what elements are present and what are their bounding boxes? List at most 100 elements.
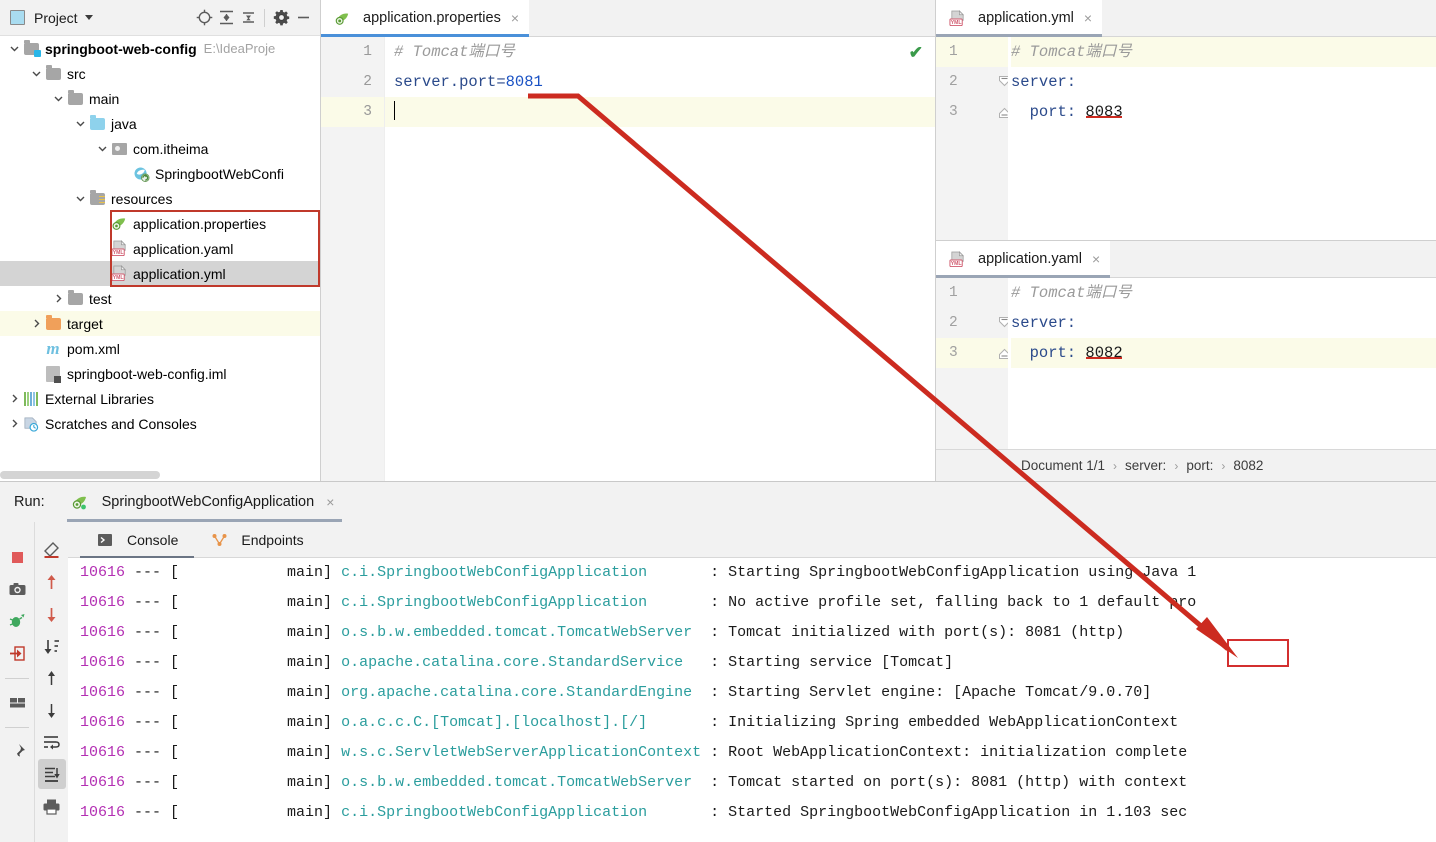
tree-node-label: src (67, 66, 86, 82)
scrollbar-thumb[interactable] (0, 471, 160, 479)
console-log-line: 10616 --- [ main] c.i.SpringbootWebConfi… (68, 558, 1436, 588)
tree-node-springbootwebconfi[interactable]: SpringbootWebConfi (0, 161, 320, 186)
tab-application-yml[interactable]: YML application.yml × (936, 0, 1102, 36)
tab-endpoints[interactable]: Endpoints (194, 522, 319, 557)
chevron-down-icon[interactable] (6, 41, 22, 57)
chevron-right-icon[interactable] (50, 291, 66, 307)
close-icon[interactable]: × (1092, 251, 1100, 267)
tree-node-test[interactable]: test (0, 286, 320, 311)
exit-icon[interactable] (3, 638, 31, 668)
arrow-down-icon[interactable] (38, 695, 66, 725)
debug-icon[interactable] (3, 606, 31, 636)
code-line-keyvalue: port: 8082 (1011, 338, 1436, 368)
collapse-all-icon[interactable] (237, 7, 259, 29)
tree-node-application-properties[interactable]: application.properties (0, 211, 320, 236)
project-horizontal-scrollbar[interactable] (0, 469, 320, 481)
chevron-down-icon[interactable] (72, 191, 88, 207)
run-content-tabs: Console Endpoints (68, 522, 1436, 558)
tree-node-label: Scratches and Consoles (45, 416, 197, 432)
tree-node-resources[interactable]: resources (0, 186, 320, 211)
tree-node-springboot-web-config-iml[interactable]: springboot-web-config.iml (0, 361, 320, 386)
tree-node-application-yml[interactable]: YMLapplication.yml (0, 261, 320, 286)
project-window-icon (6, 7, 28, 29)
tab-application-properties[interactable]: application.properties × (321, 0, 529, 36)
breadcrumb-item[interactable]: 8082 (1233, 458, 1263, 473)
console-output[interactable]: 10616 --- [ main] c.i.SpringbootWebConfi… (68, 558, 1436, 842)
project-tool-window: Project springboot-web-configE:\IdeaProj… (0, 0, 320, 481)
inspection-ok-icon[interactable]: ✔ (909, 43, 923, 63)
breadcrumb-item[interactable]: Document 1/1 (1021, 458, 1105, 473)
target-folder-icon (44, 315, 62, 333)
breadcrumb-item[interactable]: server: (1125, 458, 1166, 473)
log-thread: main] (179, 654, 332, 671)
code-area-main[interactable]: # Tomcat端口号 server.port=8081 ✔ (385, 37, 935, 481)
chevron-right-icon[interactable] (6, 416, 22, 432)
log-pid: 10616 (80, 804, 125, 821)
log-logger: c.i.SpringbootWebConfigApplication (332, 594, 647, 611)
log-separator: --- [ (125, 564, 179, 581)
breadcrumb-item[interactable]: port: (1186, 458, 1213, 473)
chevron-down-icon[interactable] (78, 7, 100, 29)
code-area-yaml[interactable]: # Tomcat端口号 server: port: 8082 (1008, 278, 1436, 449)
source-folder-icon (88, 115, 106, 133)
tree-node-external-libraries[interactable]: External Libraries (0, 386, 320, 411)
close-icon[interactable]: × (511, 10, 519, 26)
pin-icon[interactable] (3, 736, 31, 766)
tab-console[interactable]: Console (80, 522, 194, 557)
tree-node-main[interactable]: main (0, 86, 320, 111)
tree-node-src[interactable]: src (0, 61, 320, 86)
editor-body-yaml: 1 2 3 # Tomcat端口号 server: port: 8082 (936, 278, 1436, 449)
expand-all-icon[interactable] (215, 7, 237, 29)
editor-tabbar-main: application.properties × (321, 0, 935, 37)
log-pid: 10616 (80, 714, 125, 731)
tree-node-springboot-web-config[interactable]: springboot-web-configE:\IdeaProje (0, 36, 320, 61)
tab-application-yaml[interactable]: YML application.yaml × (936, 241, 1110, 277)
scroll-end-icon[interactable] (38, 759, 66, 789)
gear-icon[interactable] (270, 7, 292, 29)
package-icon (110, 140, 128, 158)
log-pid: 10616 (80, 744, 125, 761)
chevron-right-icon[interactable] (6, 391, 22, 407)
project-panel-header: Project (0, 0, 320, 36)
tree-node-label: application.yaml (133, 241, 233, 257)
tree-node-application-yaml[interactable]: YMLapplication.yaml (0, 236, 320, 261)
run-configuration-tab[interactable]: SpringbootWebConfigApplication × (67, 482, 343, 522)
close-icon[interactable]: × (1084, 10, 1092, 26)
tree-node-java[interactable]: java (0, 111, 320, 136)
arrow-up-icon[interactable] (38, 663, 66, 693)
code-area-yml[interactable]: # Tomcat端口号 server: port: 8083 (1008, 37, 1436, 240)
chevron-down-icon[interactable] (94, 141, 110, 157)
tree-node-scratches-and-consoles[interactable]: Scratches and Consoles (0, 411, 320, 436)
arrow-up-red-icon[interactable] (38, 567, 66, 597)
soft-wrap-icon[interactable] (38, 727, 66, 757)
editor-application-yml: YML application.yml × 1 2 3 # Tomcat端口号 (936, 0, 1436, 240)
tree-node-label: springboot-web-config.iml (67, 366, 227, 382)
breadcrumb: Document 1/1 › server: › port: › 8082 (936, 449, 1436, 481)
tree-node-pom-xml[interactable]: mpom.xml (0, 336, 320, 361)
chevron-down-icon[interactable] (50, 91, 66, 107)
chevron-down-icon[interactable] (28, 66, 44, 82)
arrow-down-red-icon[interactable] (38, 599, 66, 629)
locate-icon[interactable] (193, 7, 215, 29)
folder-icon (66, 90, 84, 108)
camera-icon[interactable] (3, 574, 31, 604)
wrap-icon[interactable] (38, 631, 66, 661)
svg-text:YML: YML (950, 261, 961, 267)
eraser-icon[interactable] (38, 535, 66, 565)
log-thread: main] (179, 594, 332, 611)
close-icon[interactable]: × (326, 494, 334, 510)
console-action-toolbar (34, 522, 68, 842)
console-log-line: 10616 --- [ main] org.apache.catalina.co… (68, 678, 1436, 708)
minimize-icon[interactable] (292, 7, 314, 29)
log-message: : Root WebApplicationContext: initializa… (701, 744, 1187, 761)
chevron-down-icon[interactable] (72, 116, 88, 132)
chevron-right-icon[interactable] (28, 316, 44, 332)
log-logger: org.apache.catalina.core.StandardEngine (332, 684, 692, 701)
printer-icon[interactable] (38, 791, 66, 821)
tree-node-com-itheima[interactable]: com.itheima (0, 136, 320, 161)
layout-icon[interactable] (3, 687, 31, 717)
folder-icon (44, 65, 62, 83)
stop-button[interactable] (3, 542, 31, 572)
project-tree[interactable]: springboot-web-configE:\IdeaProje src main… (0, 36, 320, 469)
tree-node-target[interactable]: target (0, 311, 320, 336)
